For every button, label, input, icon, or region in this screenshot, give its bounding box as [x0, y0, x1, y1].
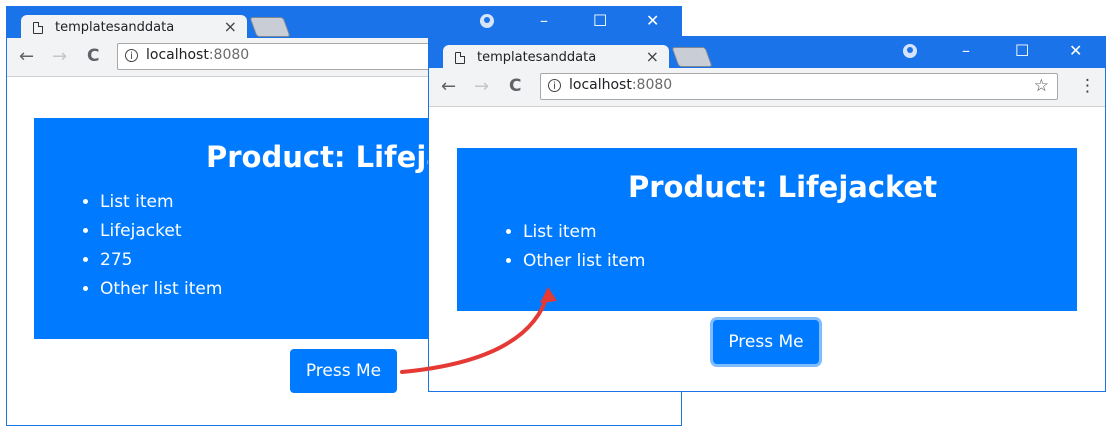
arrow-curve	[400, 291, 550, 374]
transition-arrow	[400, 287, 557, 374]
arrow-head	[540, 287, 557, 303]
